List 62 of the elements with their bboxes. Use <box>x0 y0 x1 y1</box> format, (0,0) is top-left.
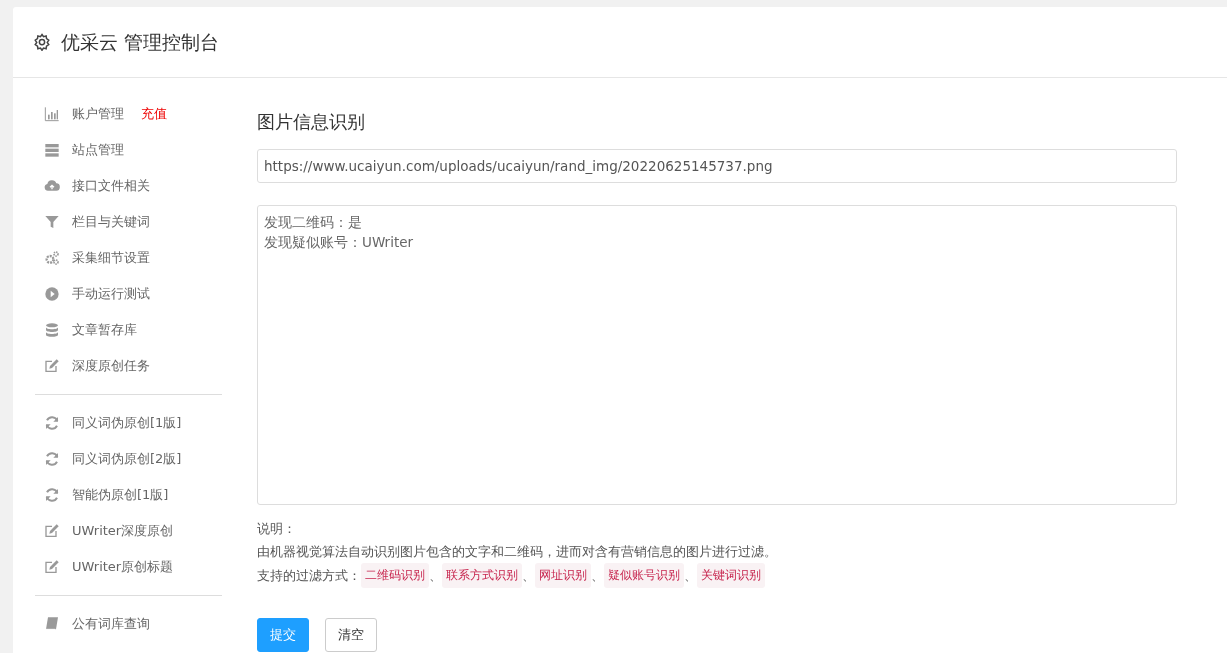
clear-button[interactable]: 清空 <box>325 618 377 652</box>
result-line: 发现疑似账号：UWriter <box>264 233 415 253</box>
sidebar-item[interactable]: 公有词库查询 <box>35 606 222 642</box>
settings-icon <box>33 33 51 51</box>
bar-chart-icon <box>44 106 60 122</box>
refresh-icon <box>44 451 60 467</box>
menu-label: 文章暂存库 <box>72 321 137 340</box>
menu-label: 接口文件相关 <box>72 177 150 196</box>
note-label: 说明： <box>257 520 297 538</box>
result-box[interactable]: 发现二维码：是 发现疑似账号：UWriter <box>257 205 1177 505</box>
filter-icon <box>44 214 60 230</box>
sidebar-item[interactable]: 栏目与关键词 <box>35 204 222 240</box>
separator: 、 <box>522 567 535 585</box>
sidebar-item[interactable]: 采集细节设置 <box>35 240 222 276</box>
filters-label: 支持的过滤方式： <box>257 567 361 585</box>
menu-label: 公有词库查询 <box>72 615 150 634</box>
menu-label: 站点管理 <box>72 141 124 160</box>
filter-tag: 关键词识别 <box>697 563 765 588</box>
menu-label: 同义词伪原创[1版] <box>72 414 182 433</box>
menu-label: 采集细节设置 <box>72 249 150 268</box>
filter-tag: 二维码识别 <box>361 563 429 588</box>
result-line: 发现二维码：是 <box>264 213 363 232</box>
console-title: 优采云 管理控制台 <box>61 29 220 55</box>
database-icon <box>44 322 60 338</box>
filter-tag: 联系方式识别 <box>442 563 522 588</box>
sidebar-item[interactable]: 同义词伪原创[2版] <box>35 441 222 477</box>
refresh-icon <box>44 487 60 503</box>
edit-icon <box>44 559 60 575</box>
server-icon <box>44 142 60 158</box>
menu-label: 同义词伪原创[2版] <box>72 450 182 469</box>
book-icon <box>44 616 60 632</box>
sidebar-item[interactable]: 智能伪原创[1版] <box>35 477 222 513</box>
recharge-link[interactable]: 充值 <box>141 104 167 124</box>
section-title: 图片信息识别 <box>257 110 366 134</box>
sidebar-item[interactable]: 深度原创任务 <box>35 348 222 384</box>
filter-tag: 疑似账号识别 <box>604 563 684 588</box>
sidebar-item[interactable]: UWriter深度原创 <box>35 513 222 549</box>
sidebar-item[interactable]: 文章暂存库 <box>35 312 222 348</box>
menu-label: UWriter深度原创 <box>72 522 174 541</box>
menu-label: 栏目与关键词 <box>72 213 150 232</box>
separator: 、 <box>591 567 604 585</box>
sidebar-item[interactable]: 站点管理 <box>35 132 222 168</box>
menu-label: 手动运行测试 <box>72 285 150 304</box>
edit-icon <box>44 358 60 374</box>
cloud-upload-icon <box>44 178 60 194</box>
filter-tag: 网址识别 <box>535 563 591 588</box>
menu-label: 账户管理 <box>72 105 124 124</box>
sidebar-item[interactable]: UWriter原创标题 <box>35 549 222 585</box>
sidebar-item[interactable]: 同义词伪原创[1版] <box>35 405 222 441</box>
sidebar-item[interactable]: 接口文件相关 <box>35 168 222 204</box>
url-field[interactable]: https://www.ucaiyun.com/uploads/ucaiyun/rand_img/20220625145737.png <box>257 149 1177 183</box>
separator: 、 <box>684 567 697 585</box>
menu-label: UWriter原创标题 <box>72 558 174 577</box>
note-text: 由机器视觉算法自动识别图片包含的文字和二维码，进而对含有营销信息的图片进行过滤。 <box>257 543 778 561</box>
sidebar-item[interactable]: 账户管理 充值 <box>35 96 222 132</box>
refresh-icon <box>44 415 60 431</box>
menu-label: 深度原创任务 <box>72 357 150 376</box>
menu-label: 智能伪原创[1版] <box>72 486 169 505</box>
sidebar-item[interactable]: 手动运行测试 <box>35 276 222 312</box>
play-icon <box>44 286 60 302</box>
edit-icon <box>44 523 60 539</box>
separator: 、 <box>429 567 442 585</box>
